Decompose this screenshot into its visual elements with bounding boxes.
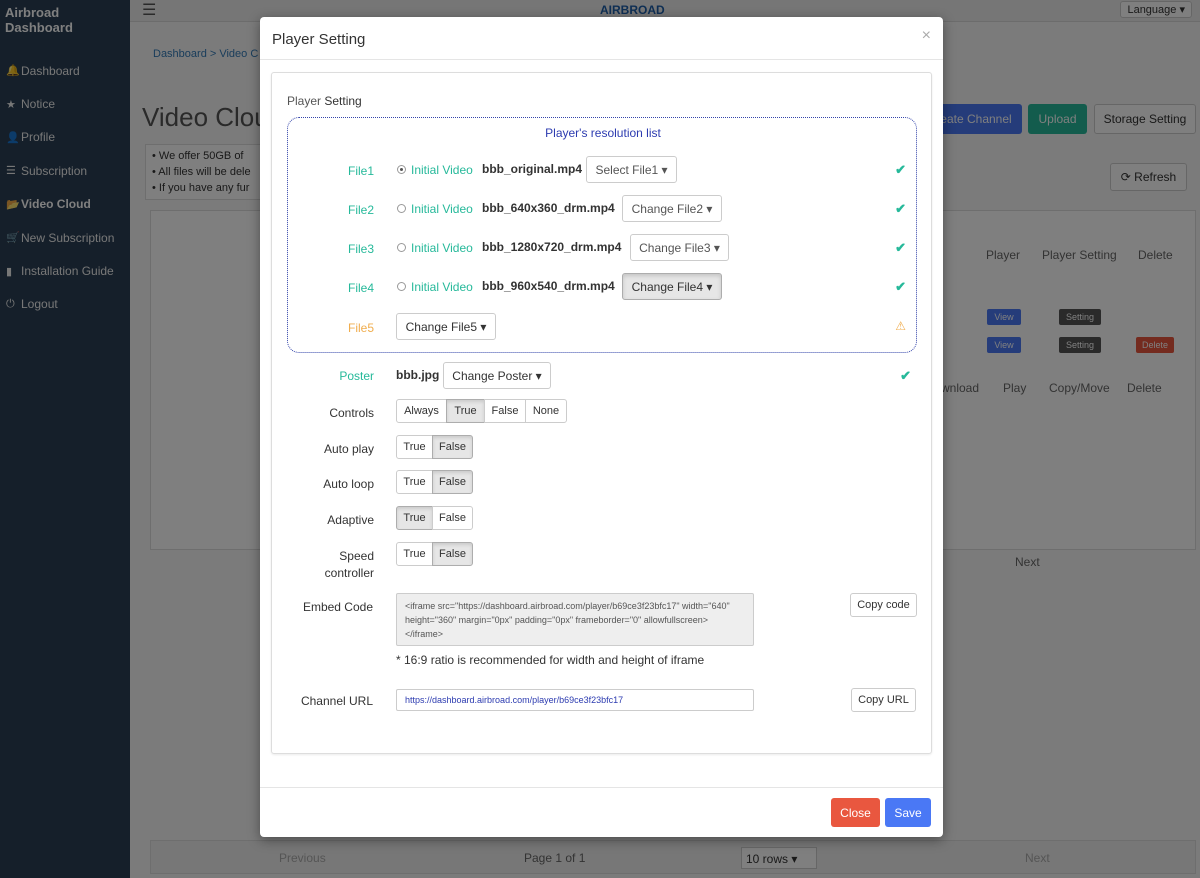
close-icon[interactable]: × bbox=[922, 27, 931, 45]
poster-row: Poster bbb.jpg Change Poster ▾ ✔ bbox=[272, 360, 932, 392]
file-label: File4 bbox=[347, 281, 374, 295]
controls-false-option[interactable]: False bbox=[484, 399, 526, 423]
file-row-4: File4 Initial Video bbb_960x540_drm.mp4 … bbox=[272, 271, 932, 303]
controls-none-option[interactable]: None bbox=[525, 399, 567, 423]
adaptive-button-group: True False bbox=[396, 506, 473, 530]
file-label: File1 bbox=[347, 164, 374, 178]
panel-title-prefix: Player bbox=[287, 94, 322, 108]
adaptive-false-option[interactable]: False bbox=[432, 506, 473, 530]
check-icon: ✔ bbox=[895, 279, 906, 294]
player-setting-modal: Player Setting × Player Setting Player's… bbox=[260, 17, 943, 837]
iframe-ratio-note: * 16:9 ratio is recommended for width an… bbox=[396, 653, 705, 667]
resolution-list-header: Player's resolution list bbox=[545, 126, 661, 140]
autoloop-false-option[interactable]: False bbox=[432, 470, 473, 494]
file-name: bbb_1280x720_drm.mp4 bbox=[482, 240, 622, 254]
speed-label-line: controller bbox=[324, 566, 374, 580]
check-icon: ✔ bbox=[895, 162, 906, 177]
select-file1-dropdown[interactable]: Select File1 ▾ bbox=[586, 156, 677, 183]
controls-label: Controls bbox=[329, 406, 374, 420]
embed-code-textarea[interactable]: <iframe src="https://dashboard.airbroad.… bbox=[396, 593, 754, 646]
file-name: bbb_640x360_drm.mp4 bbox=[482, 201, 615, 215]
initial-video-radio-2[interactable] bbox=[397, 204, 406, 213]
autoplay-row: Auto play True False bbox=[272, 435, 932, 467]
file-row-5: File5 Change File5 ▾ ⚠ bbox=[272, 311, 932, 343]
check-icon: ✔ bbox=[895, 201, 906, 216]
speed-controller-label: Speed controller bbox=[325, 548, 374, 582]
close-button[interactable]: Close bbox=[831, 798, 880, 827]
modal-footer-divider bbox=[260, 787, 943, 788]
file-row-2: File2 Initial Video bbb_640x360_drm.mp4 … bbox=[272, 193, 932, 225]
change-poster-dropdown[interactable]: Change Poster ▾ bbox=[443, 362, 551, 389]
file-label: File3 bbox=[347, 242, 374, 256]
initial-video-radio-1[interactable] bbox=[397, 165, 406, 174]
file-name: bbb_960x540_drm.mp4 bbox=[482, 279, 615, 293]
poster-label: Poster bbox=[339, 369, 374, 383]
save-button[interactable]: Save bbox=[885, 798, 931, 827]
initial-video-radio-3[interactable] bbox=[397, 243, 406, 252]
embed-code-label: Embed Code bbox=[302, 600, 373, 614]
check-icon: ✔ bbox=[900, 368, 911, 383]
autoloop-row: Auto loop True False bbox=[272, 470, 932, 502]
autoloop-label: Auto loop bbox=[323, 477, 374, 491]
autoplay-true-option[interactable]: True bbox=[396, 435, 433, 459]
file-label: File2 bbox=[347, 203, 374, 217]
controls-button-group: Always True False None bbox=[396, 399, 567, 423]
file-label: File5 bbox=[347, 321, 374, 335]
file-row-1: File1 Initial Video bbb_original.mp4 Sel… bbox=[272, 154, 932, 186]
radio-label[interactable]: Initial Video bbox=[411, 280, 473, 294]
poster-file-name: bbb.jpg bbox=[396, 368, 440, 382]
adaptive-true-option[interactable]: True bbox=[396, 506, 433, 530]
copy-code-button[interactable]: Copy code bbox=[850, 593, 917, 617]
modal-title: Player Setting bbox=[272, 31, 366, 48]
settings-panel: Player Setting Player's resolution list … bbox=[271, 72, 932, 754]
controls-row: Controls Always True False None bbox=[272, 399, 932, 431]
adaptive-label: Adaptive bbox=[327, 513, 374, 527]
copy-url-button[interactable]: Copy URL bbox=[851, 688, 916, 712]
autoplay-false-option[interactable]: False bbox=[432, 435, 473, 459]
autoplay-button-group: True False bbox=[396, 435, 473, 459]
autoloop-true-option[interactable]: True bbox=[396, 470, 433, 494]
radio-label[interactable]: Initial Video bbox=[411, 163, 473, 177]
resolution-list: Player's resolution list File1 Initial V… bbox=[287, 117, 917, 353]
initial-video-radio-4[interactable] bbox=[397, 282, 406, 291]
channel-url-label: Channel URL bbox=[300, 694, 373, 708]
speed-label-line: Speed bbox=[339, 549, 374, 563]
change-file3-dropdown[interactable]: Change File3 ▾ bbox=[630, 234, 729, 261]
speed-true-option[interactable]: True bbox=[396, 542, 433, 566]
panel-title-main: Setting bbox=[324, 94, 362, 108]
panel-title: Player Setting bbox=[287, 94, 362, 108]
radio-label[interactable]: Initial Video bbox=[411, 241, 473, 255]
change-file2-dropdown[interactable]: Change File2 ▾ bbox=[622, 195, 722, 222]
check-icon: ✔ bbox=[895, 240, 906, 255]
file-row-3: File3 Initial Video bbb_1280x720_drm.mp4… bbox=[272, 232, 932, 264]
adaptive-row: Adaptive True False bbox=[272, 506, 932, 538]
channel-url-input[interactable]: https://dashboard.airbroad.com/player/b6… bbox=[396, 689, 754, 711]
speed-false-option[interactable]: False bbox=[432, 542, 473, 566]
autoloop-button-group: True False bbox=[396, 470, 473, 494]
warning-icon: ⚠ bbox=[895, 319, 906, 333]
change-file5-dropdown[interactable]: Change File5 ▾ bbox=[396, 313, 496, 340]
radio-label[interactable]: Initial Video bbox=[411, 202, 473, 216]
controls-always-option[interactable]: Always bbox=[396, 399, 447, 423]
modal-header: Player Setting × bbox=[260, 17, 943, 60]
file-name: bbb_original.mp4 bbox=[482, 162, 583, 176]
speed-controller-row: Speed controller True False bbox=[272, 541, 932, 581]
speed-controller-button-group: True False bbox=[396, 542, 473, 566]
change-file4-dropdown[interactable]: Change File4 ▾ bbox=[622, 273, 722, 300]
autoplay-label: Auto play bbox=[323, 442, 374, 456]
controls-true-option[interactable]: True bbox=[446, 399, 485, 423]
